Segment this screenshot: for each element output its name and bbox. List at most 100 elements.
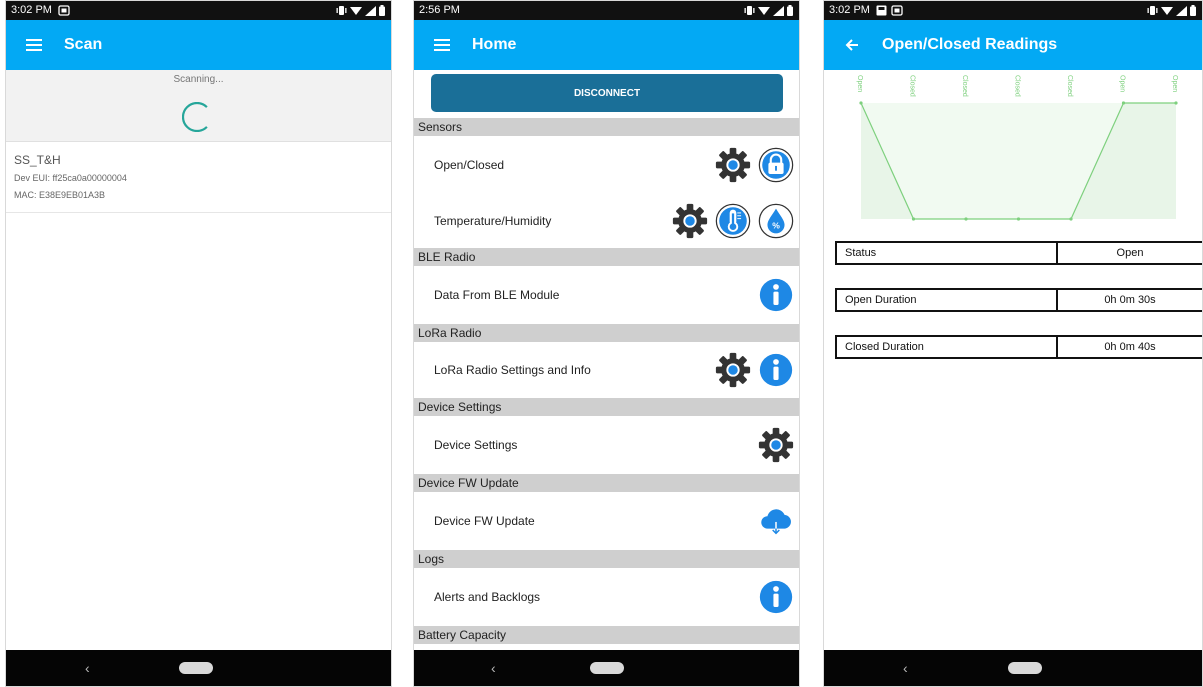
battery-icon (787, 5, 793, 16)
row-ble-data[interactable]: Data From BLE Module (414, 266, 799, 324)
menu-icon[interactable] (420, 20, 464, 70)
section-ble-radio: BLE Radio (414, 248, 799, 266)
loading-spinner-icon (182, 102, 208, 132)
row-label: LoRa Radio Settings and Info (434, 363, 591, 377)
gear-icon[interactable] (714, 146, 752, 184)
signal-icon (365, 5, 376, 16)
row-open-closed[interactable]: Open/Closed (414, 136, 799, 194)
section-sensors: Sensors (414, 118, 799, 136)
section-device-settings: Device Settings (414, 398, 799, 416)
chart-data-label: Open (856, 75, 863, 92)
open-duration-row: Open Duration 0h 0m 30s (835, 288, 1202, 312)
wifi-icon (758, 6, 770, 15)
device-list-item[interactable]: SS_T&H Dev EUI: ff25ca0a00000004 MAC: E3… (6, 143, 391, 213)
battery-icon (379, 5, 385, 16)
row-label: Data From BLE Module (434, 288, 560, 302)
vibrate-icon (1147, 6, 1158, 15)
cloud-download-icon[interactable] (757, 502, 795, 540)
chart-data-label: Closed (961, 75, 968, 97)
row-device-fw-update[interactable]: Device FW Update (414, 492, 799, 550)
chart-data-label: Open (1171, 75, 1178, 92)
row-label: Open/Closed (434, 158, 505, 172)
page-title: Scan (64, 36, 103, 53)
gear-icon[interactable] (714, 351, 752, 389)
nav-back-icon[interactable]: ‹ (85, 650, 90, 686)
status-time: 3:02 PM (11, 4, 52, 16)
lock-icon[interactable] (757, 146, 795, 184)
app-bar: Scan (6, 20, 391, 70)
page-title: Open/Closed Readings (882, 36, 1058, 53)
status-time: 3:02 PM (829, 4, 870, 16)
device-eui: Dev EUI: ff25ca0a00000004 (14, 173, 127, 183)
device-name: SS_T&H (14, 153, 61, 167)
info-icon[interactable] (757, 578, 795, 616)
open-closed-chart: Open Closed Closed Closed Closed Open Open (856, 75, 1178, 221)
chart-data-point (1069, 217, 1073, 221)
status-label: Status (837, 243, 1058, 263)
chart-data-label: Closed (1066, 75, 1073, 97)
info-icon[interactable] (757, 351, 795, 389)
chart-data-label: Closed (1014, 75, 1021, 97)
section-device-fw-update: Device FW Update (414, 474, 799, 492)
status-time: 2:56 PM (419, 4, 460, 16)
chart-data-point (1121, 101, 1126, 105)
chart-data-label: Open (1119, 75, 1126, 92)
section-battery-capacity: Battery Capacity (414, 626, 799, 644)
status-bar: 3:02 PM (824, 1, 1202, 20)
wifi-icon (350, 6, 362, 15)
row-label: Device Settings (434, 438, 518, 452)
system-nav-bar: ‹ (824, 650, 1202, 686)
status-value: Open (1116, 247, 1144, 259)
row-temperature-humidity[interactable]: Temperature/Humidity % (414, 194, 799, 248)
menu-icon[interactable] (12, 20, 56, 70)
scan-progress-panel: Scanning... (6, 70, 391, 142)
row-label: Alerts and Backlogs (434, 590, 541, 604)
battery-icon (1190, 5, 1196, 16)
open-duration-label: Open Duration (837, 290, 1058, 310)
signal-icon (773, 5, 784, 16)
status-bar: 3:02 PM (6, 1, 391, 20)
chart-data-label: Closed (909, 75, 916, 97)
nav-back-icon[interactable]: ‹ (903, 650, 908, 686)
nav-home-button[interactable] (590, 662, 624, 674)
chart-data-point (911, 217, 916, 221)
row-device-settings[interactable]: Device Settings (414, 416, 799, 474)
system-nav-bar: ‹ (414, 650, 799, 686)
chart-data-point (859, 101, 863, 105)
readings-screen: 3:02 PM Open/Closed Readings Open Closed C… (823, 0, 1203, 687)
arrow-back-icon[interactable] (830, 20, 874, 70)
app-bar: Home (414, 20, 799, 70)
row-lora-settings[interactable]: LoRa Radio Settings and Info (414, 342, 799, 398)
nav-home-button[interactable] (179, 662, 213, 674)
chart-data-point (1016, 217, 1021, 221)
section-lora-radio: LoRa Radio (414, 324, 799, 342)
gear-icon[interactable] (671, 202, 709, 240)
page-title: Home (472, 36, 517, 53)
vibrate-icon (744, 6, 755, 15)
closed-duration-value: 0h 0m 40s (1104, 341, 1156, 353)
sim-icon (58, 5, 70, 16)
app-bar: Open/Closed Readings (824, 20, 1202, 70)
gear-icon[interactable] (757, 426, 795, 464)
scanning-label: Scanning... (173, 74, 224, 85)
nav-back-icon[interactable]: ‹ (491, 650, 496, 686)
svg-text:%: % (772, 221, 780, 231)
disconnect-button[interactable]: DISCONNECT (431, 74, 783, 112)
row-label: Temperature/Humidity (434, 214, 552, 228)
wifi-icon (1161, 6, 1173, 15)
info-icon[interactable] (757, 276, 795, 314)
scan-screen: 3:02 PM Scan Scanning... SS_T&H Dev EUI:… (5, 0, 392, 687)
humidity-icon[interactable]: % (757, 202, 795, 240)
sim-icon (891, 5, 903, 16)
thermometer-icon[interactable] (714, 202, 752, 240)
closed-duration-label: Closed Duration (837, 337, 1058, 357)
row-label: Device FW Update (434, 514, 535, 528)
home-screen: 2:56 PM Home DISCONNECT Sensors Open/Clo… (413, 0, 800, 687)
save-icon (876, 5, 887, 16)
nav-home-button[interactable] (1008, 662, 1042, 674)
chart-data-point (964, 217, 968, 221)
status-bar: 2:56 PM (414, 1, 799, 20)
vibrate-icon (336, 6, 347, 15)
row-alerts-backlogs[interactable]: Alerts and Backlogs (414, 568, 799, 626)
section-logs: Logs (414, 550, 799, 568)
